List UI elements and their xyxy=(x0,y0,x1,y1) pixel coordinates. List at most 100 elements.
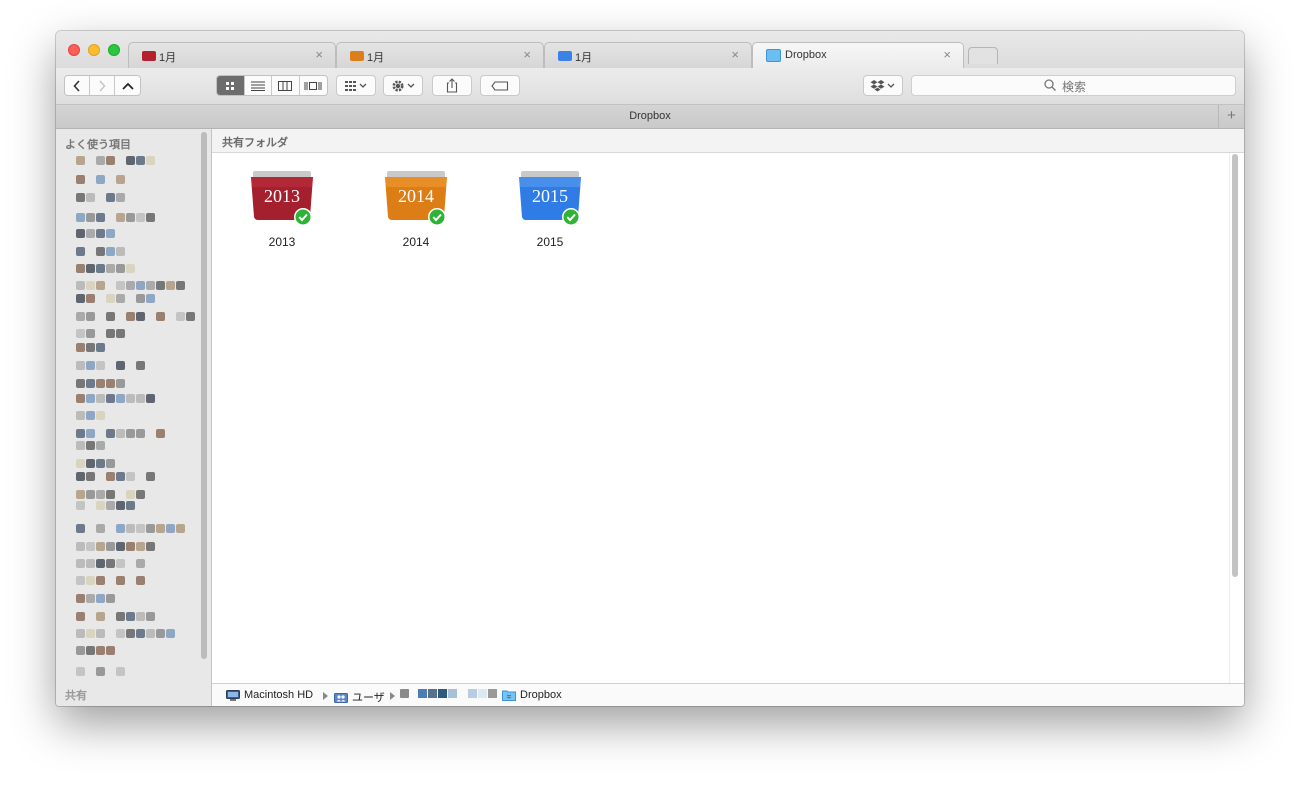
breadcrumb-label: Macintosh HD xyxy=(244,689,314,701)
action-menu-button[interactable] xyxy=(383,75,423,96)
share-button[interactable] xyxy=(432,75,472,96)
tab-1[interactable]: 1月 × xyxy=(128,42,336,68)
chevron-right-icon xyxy=(99,79,106,92)
sidebar-item-redacted[interactable] xyxy=(76,213,194,223)
tab-3[interactable]: 1月 × xyxy=(544,42,752,68)
sidebar-item-redacted[interactable] xyxy=(76,281,194,291)
content-scrollbar[interactable] xyxy=(1232,154,1238,577)
year-folder-icon: 2013 xyxy=(251,171,313,226)
close-tab-icon[interactable]: × xyxy=(943,47,951,62)
view-mode-selector xyxy=(216,75,328,96)
sidebar-item-redacted[interactable] xyxy=(76,247,194,257)
sidebar-item-redacted[interactable] xyxy=(76,524,194,534)
cover-flow-button[interactable] xyxy=(299,76,327,95)
close-window-button[interactable] xyxy=(68,44,80,56)
back-button[interactable] xyxy=(65,76,90,95)
sidebar-item-redacted[interactable] xyxy=(76,264,194,274)
orange-folder-icon xyxy=(350,51,364,61)
folder-2013[interactable]: 2013 2013 xyxy=(237,171,327,251)
sidebar-item-redacted[interactable] xyxy=(76,394,194,404)
breadcrumb-blurred-segment xyxy=(418,689,497,698)
favorites-header: よく使う項目 xyxy=(65,139,131,151)
column-view-button[interactable] xyxy=(272,76,300,95)
sidebar-item-redacted[interactable] xyxy=(76,312,195,322)
sidebar-scrollbar[interactable] xyxy=(201,132,207,659)
sidebar-item-redacted[interactable] xyxy=(76,542,194,552)
sidebar-item-redacted[interactable] xyxy=(76,472,194,482)
dropbox-menu-button[interactable] xyxy=(863,75,903,96)
breadcrumb-separator-icon xyxy=(390,692,395,700)
minimize-window-button[interactable] xyxy=(88,44,100,56)
folder-2015[interactable]: 2015 2015 xyxy=(505,171,595,251)
sidebar-item-redacted[interactable] xyxy=(76,576,194,586)
sidebar-item-redacted[interactable] xyxy=(76,612,194,622)
tab-label: 1月 xyxy=(575,52,593,64)
folder-2014[interactable]: 2014 2014 xyxy=(371,171,461,251)
sidebar-item-redacted[interactable] xyxy=(76,294,194,304)
enclosing-folder-button[interactable] xyxy=(115,76,140,95)
list-view-button[interactable] xyxy=(244,76,272,95)
breadcrumb-users[interactable]: ユーザ xyxy=(334,689,385,705)
breadcrumb-dropbox[interactable]: Dropbox xyxy=(502,689,562,701)
sidebar-item-redacted[interactable] xyxy=(76,156,194,166)
folder-year-label: 2015 xyxy=(532,186,568,206)
sidebar-item-redacted[interactable] xyxy=(76,329,194,339)
sidebar-item-redacted[interactable] xyxy=(76,379,194,389)
sidebar-item-redacted[interactable] xyxy=(76,343,194,353)
close-tab-icon[interactable]: × xyxy=(731,47,739,62)
year-folder-icon: 2014 xyxy=(385,171,447,226)
search-input[interactable] xyxy=(1060,77,1224,96)
breadcrumb-user-home-blurred[interactable] xyxy=(400,689,409,698)
dropbox-logo-icon xyxy=(870,79,895,91)
sidebar-item-redacted[interactable] xyxy=(76,594,194,604)
new-tab-button[interactable] xyxy=(968,47,998,64)
sidebar: よく使う項目 共有 xyxy=(56,129,212,706)
gear-icon xyxy=(392,80,415,91)
folder-name: 2013 xyxy=(268,235,296,249)
sidebar-item-redacted[interactable] xyxy=(76,361,194,371)
search-field[interactable] xyxy=(911,75,1236,96)
tags-button[interactable] xyxy=(480,75,520,96)
forward-button[interactable] xyxy=(90,76,115,95)
sidebar-item-redacted[interactable] xyxy=(76,175,194,185)
shared-header: 共有 xyxy=(65,690,87,702)
sidebar-item-redacted[interactable] xyxy=(76,229,194,239)
sidebar-item-redacted[interactable] xyxy=(76,646,194,656)
folder-year-label: 2014 xyxy=(398,186,434,206)
finder-window: 1月 × 1月 × 1月 × Dropbox × 検索 Dropbox + よく… xyxy=(56,31,1244,706)
tag-icon xyxy=(491,80,509,91)
file-browser: 共有フォルダ 2013 2013 2014 2014 2015 2015 xyxy=(212,129,1244,683)
sidebar-item-redacted[interactable] xyxy=(76,459,194,469)
dropbox-folder-icon xyxy=(502,690,516,701)
chevron-up-icon xyxy=(121,82,134,90)
icon-view-button[interactable] xyxy=(217,76,245,95)
path-bar: Macintosh HD ユーザ Dropbox xyxy=(212,683,1244,706)
sidebar-item-redacted[interactable] xyxy=(76,193,194,203)
tab-2[interactable]: 1月 × xyxy=(336,42,544,68)
zoom-window-button[interactable] xyxy=(108,44,120,56)
blue-folder-icon xyxy=(558,51,572,61)
red-folder-icon xyxy=(142,51,156,61)
sidebar-item-redacted[interactable] xyxy=(76,559,194,569)
tab-label: Dropbox xyxy=(785,49,827,61)
tab-label: 1月 xyxy=(159,52,177,64)
sidebar-item-redacted[interactable] xyxy=(76,629,194,639)
tab-dropbox[interactable]: Dropbox × xyxy=(752,42,964,68)
breadcrumb-macintosh-hd[interactable]: Macintosh HD xyxy=(226,689,313,701)
sidebar-item-redacted[interactable] xyxy=(76,490,194,500)
sidebar-item-redacted[interactable] xyxy=(76,667,194,677)
sidebar-item-redacted[interactable] xyxy=(76,501,194,511)
year-folder-icon: 2015 xyxy=(519,171,581,226)
tab-label: 1月 xyxy=(367,52,385,64)
sidebar-item-redacted[interactable] xyxy=(76,441,194,451)
toolbar xyxy=(56,68,1244,105)
sidebar-item-redacted[interactable] xyxy=(76,411,194,421)
arrange-button[interactable] xyxy=(336,75,376,96)
sidebar-item-redacted[interactable] xyxy=(76,429,194,439)
close-tab-icon[interactable]: × xyxy=(523,47,531,62)
cover-flow-icon xyxy=(304,81,322,90)
folder-year-label: 2013 xyxy=(264,186,300,206)
add-button[interactable]: + xyxy=(1218,105,1244,128)
close-tab-icon[interactable]: × xyxy=(315,47,323,62)
search-icon xyxy=(1044,79,1056,91)
